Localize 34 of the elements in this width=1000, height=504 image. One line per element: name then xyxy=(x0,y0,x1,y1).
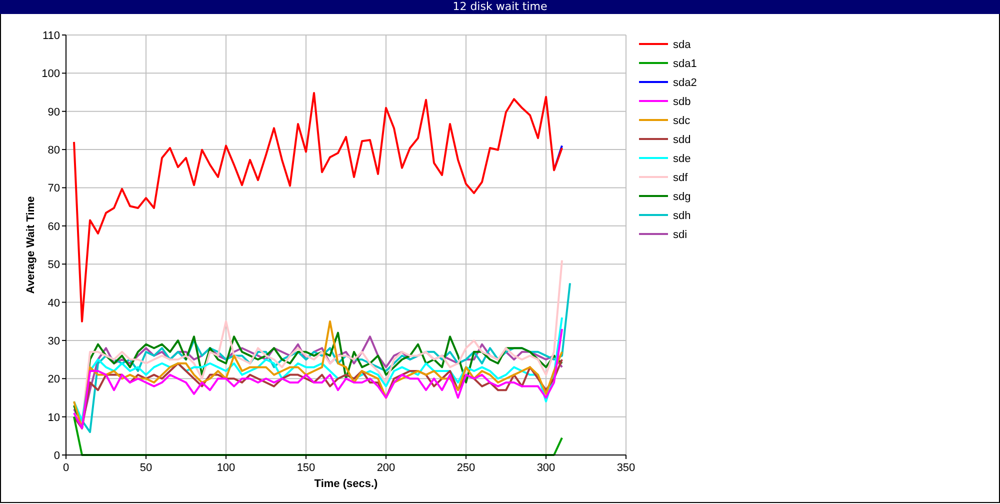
tick-label: 90 xyxy=(48,106,60,118)
legend-label: sdg xyxy=(673,191,691,203)
legend-label: sde xyxy=(673,153,691,165)
legend-label: sdi xyxy=(673,229,688,241)
tick-label: 200 xyxy=(376,462,396,474)
tick-label: 50 xyxy=(140,462,152,474)
axis-title: Time (secs.) xyxy=(314,478,378,490)
axis-title: Average Wait Time xyxy=(25,196,37,294)
legend-label: sdc xyxy=(673,115,690,127)
tick-label: 110 xyxy=(42,30,60,42)
legend-label: sdh xyxy=(673,210,691,222)
legend-label: sdf xyxy=(673,172,688,184)
tick-label: 100 xyxy=(216,462,236,474)
tick-label: 60 xyxy=(48,220,60,233)
legend-label: sda2 xyxy=(673,77,697,89)
tick-label: 80 xyxy=(48,144,60,157)
tick-label: 20 xyxy=(48,374,60,386)
tick-label: 30 xyxy=(48,335,60,348)
tick-label: 0 xyxy=(62,462,70,474)
tick-label: 250 xyxy=(456,462,476,474)
tick-label: 0 xyxy=(54,450,60,462)
tick-label: 100 xyxy=(42,68,60,80)
tick-label: 50 xyxy=(48,259,60,272)
tick-label: 300 xyxy=(536,462,556,474)
legend-label: sda1 xyxy=(673,58,697,70)
legend-label: sda xyxy=(673,39,691,51)
tick-label: 10 xyxy=(48,412,60,424)
legend-label: sdb xyxy=(673,96,691,108)
tick-label: 150 xyxy=(296,462,316,474)
tick-label: 40 xyxy=(48,297,60,310)
chart-title: 12 disk wait time xyxy=(0,0,1000,14)
legend-label: sdd xyxy=(673,134,691,146)
tick-label: 350 xyxy=(616,462,636,474)
tick-label: 70 xyxy=(48,182,60,195)
